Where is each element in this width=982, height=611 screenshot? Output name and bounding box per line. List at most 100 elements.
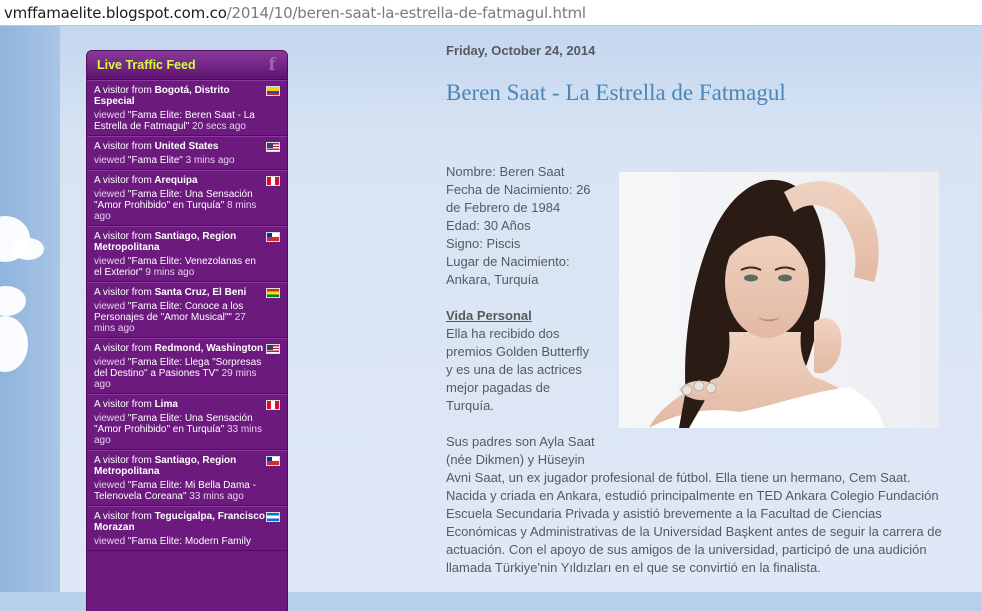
feed-item[interactable]: A visitor from Redmond, Washington viewed… <box>87 338 287 394</box>
feed-item[interactable]: A visitor from Bogotá, Distrito Especial… <box>87 80 287 136</box>
cloud-decoration <box>12 238 44 260</box>
feed-page-link[interactable]: "Fama Elite" <box>128 155 183 166</box>
info-line: Signo: Piscis <box>446 236 521 251</box>
flag-canton <box>267 143 273 148</box>
flag-canton <box>267 457 272 461</box>
feed-time: 20 secs ago <box>192 121 246 132</box>
feed-header: Live Traffic Feed f <box>87 51 287 80</box>
feed-item[interactable]: A visitor from Lima viewed "Fama Elite: U… <box>87 394 287 450</box>
feed-visitor-line: A visitor from Tegucigalpa, Francisco Mo… <box>94 511 265 533</box>
feed-viewed-label: viewed <box>94 480 126 491</box>
feed-visitor-prefix: A visitor from <box>94 511 152 522</box>
para-line: llamada Türkiye'nin Yıldızları en el que… <box>446 560 821 575</box>
flag-chile-icon <box>266 456 280 466</box>
para-line: Escuela Secundaria Privada y asistió bre… <box>446 506 882 521</box>
feed-viewed-label: viewed <box>94 536 126 547</box>
address-bar[interactable]: vmffamaelite.blogspot.com.co/2014/10/ber… <box>0 0 982 26</box>
feed-visitor-prefix: A visitor from <box>94 231 152 242</box>
para-line: actuación. Con el apoyo de sus amigos de… <box>446 542 927 557</box>
section-line: Turquía. <box>446 398 494 413</box>
cloud-decoration <box>0 316 28 372</box>
flag-canton <box>267 233 272 237</box>
feed-viewed-line: viewed "Fama Elite: Una Sensación "Amor … <box>94 413 265 446</box>
info-line: Ankara, Turquía <box>446 272 539 287</box>
flag-peru-icon <box>266 400 280 410</box>
section-heading: Vida Personal <box>446 308 532 323</box>
feed-time: 33 mins ago <box>189 491 244 502</box>
feed-visitor-line: A visitor from Santiago, Region Metropol… <box>94 455 265 477</box>
feed-time: 9 mins ago <box>145 267 195 278</box>
flag-united-states-icon <box>266 344 280 354</box>
para-line: Económicas y Administrativas de la Unive… <box>446 524 942 539</box>
feed-list: A visitor from Bogotá, Distrito Especial… <box>87 80 287 551</box>
url-host: vmffamaelite.blogspot.com.co <box>4 4 227 22</box>
url-text[interactable]: vmffamaelite.blogspot.com.co/2014/10/ber… <box>4 4 586 22</box>
feed-viewed-label: viewed <box>94 110 126 121</box>
portrait-image <box>619 172 939 428</box>
flag-honduras-icon <box>266 512 280 522</box>
flag-canton <box>267 345 273 350</box>
feed-time: 3 mins ago <box>185 155 235 166</box>
feed-item[interactable]: A visitor from Arequipa viewed "Fama Elit… <box>87 170 287 226</box>
feed-item[interactable]: A visitor from Tegucigalpa, Francisco Mo… <box>87 506 287 551</box>
feed-viewed-line: viewed "Fama Elite: Conoce a los Persona… <box>94 301 265 334</box>
feed-visitor-prefix: A visitor from <box>94 85 152 96</box>
feed-visitor-prefix: A visitor from <box>94 287 152 298</box>
feed-viewed-line: viewed "Fama Elite: Venezolanas en el Ex… <box>94 256 265 278</box>
feed-visitor-location: Lima <box>154 399 178 410</box>
date-divider <box>446 63 946 64</box>
post-date: Friday, October 24, 2014 <box>446 43 596 58</box>
feed-visitor-prefix: A visitor from <box>94 175 152 186</box>
feed-viewed-label: viewed <box>94 357 126 368</box>
info-line: Edad: 30 Años <box>446 218 531 233</box>
feed-visitor-line: A visitor from Bogotá, Distrito Especial <box>94 85 265 107</box>
info-line: Lugar de Nacimiento: <box>446 254 570 269</box>
feed-visitor-line: A visitor from Santa Cruz, El Beni <box>94 287 265 298</box>
feed-visitor-prefix: A visitor from <box>94 343 152 354</box>
feed-visitor-prefix: A visitor from <box>94 455 152 466</box>
actress-photo[interactable] <box>619 172 939 428</box>
para-line: Nacida y criada en Ankara, estudió princ… <box>446 488 939 503</box>
url-path: /2014/10/beren-saat-la-estrella-de-fatma… <box>226 4 586 22</box>
feed-title: Live Traffic Feed <box>97 58 196 72</box>
feed-visitor-line: A visitor from United States <box>94 141 265 152</box>
feed-viewed-line: viewed "Fama Elite" 3 mins ago <box>94 155 265 166</box>
para-line: (née Dikmen) y Hüseyin <box>446 452 585 467</box>
section-line: mejor pagadas de <box>446 380 551 395</box>
feed-page-link[interactable]: "Fama Elite: Modern Family <box>128 536 251 547</box>
info-line: de Febrero de 1984 <box>446 200 561 215</box>
feed-viewed-label: viewed <box>94 413 126 424</box>
flag-colombia-icon <box>266 86 280 96</box>
flag-bolivia-icon <box>266 288 280 298</box>
feed-viewed-line: viewed "Fama Elite: Mi Bella Dama - Tele… <box>94 480 265 502</box>
para-line: Sus padres son Ayla Saat <box>446 434 595 449</box>
feed-visitor-line: A visitor from Lima <box>94 399 265 410</box>
feed-viewed-line: viewed "Fama Elite: Modern Family <box>94 536 265 547</box>
feed-visitor-prefix: A visitor from <box>94 399 152 410</box>
post-title[interactable]: Beren Saat - La Estrella de Fatmagul <box>446 80 786 106</box>
bio-paragraph: Sus padres son Ayla Saat (née Dikmen) y … <box>446 433 942 577</box>
para-line: Avni Saat, un ex jugador profesional de … <box>446 470 911 485</box>
section-line: premios Golden Butterfly <box>446 344 590 359</box>
post-info: Nombre: Beren Saat Fecha de Nacimiento: … <box>446 163 591 289</box>
info-line: Fecha de Nacimiento: 26 <box>446 182 591 197</box>
feed-visitor-prefix: A visitor from <box>94 141 152 152</box>
feed-item[interactable]: A visitor from Santa Cruz, El Beni viewed… <box>87 282 287 338</box>
facebook-icon[interactable]: f <box>265 56 279 74</box>
feed-visitor-location: United States <box>154 141 219 152</box>
feed-visitor-line: A visitor from Redmond, Washington <box>94 343 265 354</box>
feed-viewed-label: viewed <box>94 301 126 312</box>
feed-item[interactable]: A visitor from Santiago, Region Metropol… <box>87 450 287 506</box>
feed-viewed-line: viewed "Fama Elite: Llega "Sorpresas del… <box>94 357 265 390</box>
feed-item[interactable]: A visitor from United States viewed "Fama… <box>87 136 287 170</box>
feed-viewed-line: viewed "Fama Elite: Beren Saat - La Estr… <box>94 110 265 132</box>
flag-chile-icon <box>266 232 280 242</box>
feed-item[interactable]: A visitor from Santiago, Region Metropol… <box>87 226 287 282</box>
feed-viewed-label: viewed <box>94 155 126 166</box>
section-line: y es una de las actrices <box>446 362 582 377</box>
info-line: Nombre: Beren Saat <box>446 164 565 179</box>
feed-visitor-line: A visitor from Arequipa <box>94 175 265 186</box>
feed-visitor-location: Redmond, Washington <box>154 343 264 354</box>
personal-section: Vida Personal Ella ha recibido dos premi… <box>446 307 589 415</box>
flag-peru-icon <box>266 176 280 186</box>
